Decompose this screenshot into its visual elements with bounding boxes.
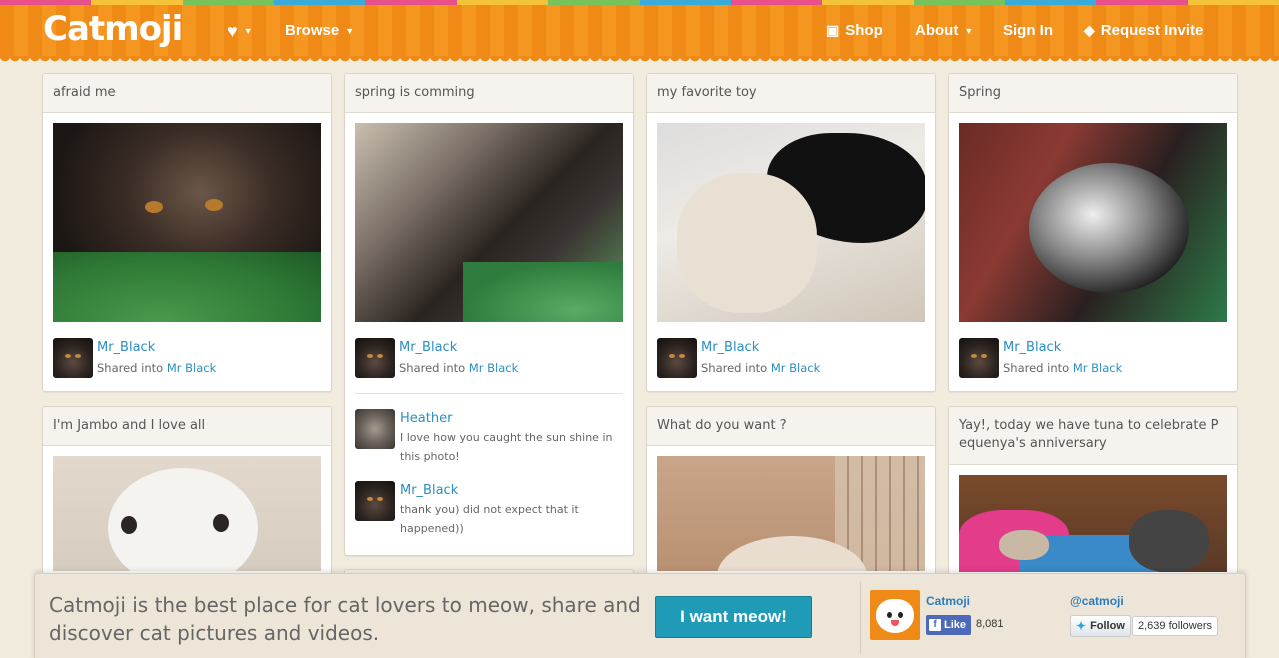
post-photo[interactable] bbox=[657, 456, 925, 571]
board-link[interactable]: Mr Black bbox=[167, 361, 216, 375]
divider bbox=[355, 393, 623, 394]
board-link[interactable]: Mr Black bbox=[469, 361, 518, 375]
twitter-follower-count: 2,639 followers bbox=[1132, 616, 1218, 636]
post-card[interactable]: spring is comming Mr_Black Shared into M… bbox=[344, 73, 634, 556]
post-owner: Mr_Black Shared into Mr Black bbox=[657, 338, 925, 378]
facebook-like-button[interactable]: f Like bbox=[926, 615, 972, 635]
avatar[interactable] bbox=[959, 338, 999, 378]
twitter-handle-link[interactable]: @catmoji bbox=[1070, 594, 1124, 608]
post-photo[interactable] bbox=[355, 123, 623, 322]
follow-label: Follow bbox=[1090, 620, 1125, 632]
post-photo[interactable] bbox=[959, 123, 1227, 322]
board-link[interactable]: Mr Black bbox=[1073, 361, 1122, 375]
board-link[interactable]: Mr Black bbox=[771, 361, 820, 375]
post-owner: Mr_Black Shared into Mr Black bbox=[53, 338, 321, 378]
post-title: spring is comming bbox=[345, 74, 633, 113]
shared-into-text: Shared into Mr Black bbox=[97, 361, 217, 375]
comment-body: thank you) did not expect that it happen… bbox=[400, 503, 579, 535]
post-photo[interactable] bbox=[53, 123, 321, 322]
post-photo[interactable] bbox=[959, 475, 1227, 572]
heart-icon: ♥ bbox=[227, 21, 238, 41]
post-card[interactable]: afraid me Mr_Black Shared into Mr Black bbox=[42, 73, 332, 392]
post-owner: Mr_Black Shared into Mr Black bbox=[355, 338, 623, 378]
post-title: Yay!, today we have tuna to celebrate P … bbox=[949, 407, 1237, 465]
owner-name-link[interactable]: Mr_Black bbox=[701, 338, 820, 358]
catmoji-logo[interactable]: Catmoji bbox=[43, 9, 183, 49]
twitter-bird-icon: ✦ bbox=[1076, 619, 1087, 633]
signup-banner: Catmoji is the best place for cat lovers… bbox=[34, 573, 1246, 658]
avatar[interactable] bbox=[53, 338, 93, 378]
avatar[interactable] bbox=[355, 338, 395, 378]
caret-down-icon: ▼ bbox=[345, 25, 355, 36]
comment-author-link[interactable]: Heather bbox=[400, 409, 623, 428]
sign-in-link[interactable]: Sign In bbox=[1003, 22, 1053, 39]
shared-into-text: Shared into Mr Black bbox=[701, 361, 821, 375]
sign-in-label: Sign In bbox=[1003, 22, 1053, 39]
owner-name-link[interactable]: Mr_Black bbox=[1003, 338, 1122, 358]
browse-label: Browse bbox=[285, 22, 340, 39]
post-title: my favorite toy bbox=[647, 74, 935, 113]
shop-link[interactable]: ▣ Shop bbox=[826, 22, 883, 39]
owner-name-link[interactable]: Mr_Black bbox=[399, 338, 518, 358]
request-invite-link[interactable]: ◆ Request Invite bbox=[1084, 22, 1203, 39]
facebook-page-link[interactable]: Catmoji bbox=[926, 594, 970, 608]
post-photo[interactable] bbox=[53, 456, 321, 571]
request-invite-label: Request Invite bbox=[1100, 22, 1204, 39]
facebook-like-count: 8,081 bbox=[976, 618, 1004, 630]
post-title: What do you want ? bbox=[647, 407, 935, 446]
avatar[interactable] bbox=[355, 481, 395, 521]
shop-label: Shop bbox=[845, 22, 883, 39]
comment-author-link[interactable]: Mr_Black bbox=[400, 481, 623, 500]
like-label: Like bbox=[944, 619, 967, 631]
caret-down-icon: ▼ bbox=[964, 25, 974, 36]
shop-icon: ▣ bbox=[826, 22, 840, 38]
comment: Mr_Black thank you) did not expect that … bbox=[355, 481, 623, 538]
post-title: I'm Jambo and I love all bbox=[43, 407, 331, 446]
post-card[interactable]: Spring Mr_Black Shared into Mr Black bbox=[948, 73, 1238, 392]
cat-shield-icon: ◆ bbox=[1084, 22, 1095, 38]
owner-name-link[interactable]: Mr_Black bbox=[97, 338, 216, 358]
shared-into-text: Shared into Mr Black bbox=[399, 361, 519, 375]
favorites-dropdown[interactable]: ♥ ▼ bbox=[227, 22, 253, 40]
facebook-icon: f bbox=[929, 619, 941, 631]
top-header: Catmoji ♥ ▼ Browse ▼ ▣ Shop About ▼ Sign… bbox=[0, 5, 1279, 62]
post-title: afraid me bbox=[43, 74, 331, 113]
i-want-meow-button[interactable]: I want meow! bbox=[655, 596, 812, 638]
divider bbox=[860, 582, 861, 654]
post-photo[interactable] bbox=[657, 123, 925, 322]
twitter-follow-button[interactable]: ✦ Follow bbox=[1070, 615, 1131, 637]
shared-into-text: Shared into Mr Black bbox=[1003, 361, 1123, 375]
post-title: Spring bbox=[949, 74, 1237, 113]
comment-body: I love how you caught the sun shine in t… bbox=[400, 431, 613, 463]
browse-dropdown[interactable]: Browse ▼ bbox=[285, 22, 354, 39]
comment: Heather I love how you caught the sun sh… bbox=[355, 409, 623, 466]
about-label: About bbox=[915, 22, 959, 39]
tagline: Catmoji is the best place for cat lovers… bbox=[49, 593, 641, 645]
catmoji-cat-logo-icon[interactable] bbox=[870, 590, 920, 640]
avatar[interactable] bbox=[355, 409, 395, 449]
caret-down-icon: ▼ bbox=[243, 26, 253, 36]
about-dropdown[interactable]: About ▼ bbox=[915, 22, 973, 39]
post-card[interactable]: my favorite toy Mr_Black Shared into Mr … bbox=[646, 73, 936, 392]
avatar[interactable] bbox=[657, 338, 697, 378]
post-owner: Mr_Black Shared into Mr Black bbox=[959, 338, 1227, 378]
